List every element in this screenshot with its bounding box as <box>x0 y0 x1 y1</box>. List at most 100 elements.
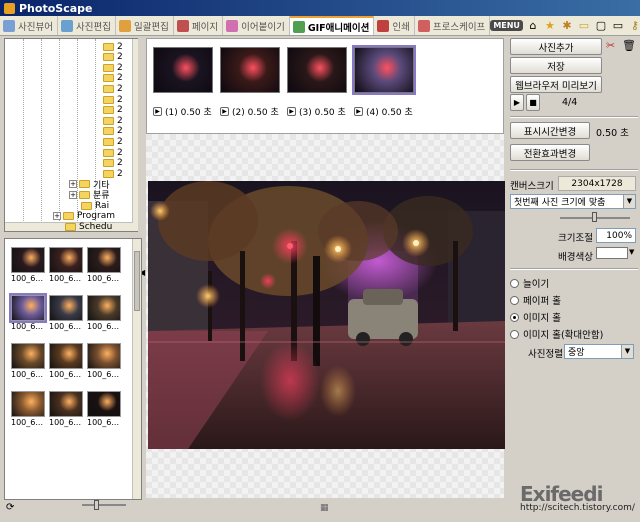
tab-splitter[interactable]: 프로스케이프 <box>415 16 491 35</box>
thumbnail-browser[interactable]: 100_6... 100_6... 100_6... 100_6... 100_6...… <box>4 238 142 500</box>
frame-duration-label: (4) 0.50 초 <box>366 108 413 118</box>
animation-frames-strip: ▶ (1) 0.50 초 ▶ (2) 0.50 초 ▶ (3) 0.50 초 ▶ (4) 0.… <box>146 38 504 134</box>
layout-radio[interactable]: 이미지 홀(확대안함) <box>510 327 603 341</box>
tab-print[interactable]: 인쇄 <box>374 16 415 35</box>
stop-button[interactable]: ■ <box>526 94 540 111</box>
thumbnail-item[interactable]: 100_6... <box>87 247 123 283</box>
tree-node[interactable]: 2 <box>103 41 123 52</box>
browser-preview-button[interactable]: 웹브라우저 미리보기 <box>510 76 602 93</box>
thumbnail-item[interactable]: 100_6... <box>11 391 47 427</box>
tree-node-label: 2 <box>117 136 123 147</box>
tree-node[interactable]: 2 <box>103 52 123 63</box>
radio-icon[interactable] <box>510 312 519 322</box>
resize-grip-icon[interactable]: ▦ <box>320 503 329 513</box>
radio-icon[interactable] <box>510 278 519 288</box>
thumbnail-item[interactable]: 100_6... <box>49 247 85 283</box>
thumbnail-size-slider[interactable] <box>82 504 126 506</box>
fit-option-select[interactable]: 첫번째 사진 크기에 맞춤 ▼ <box>510 194 636 209</box>
folder-icon <box>103 137 114 146</box>
thumbnail-item[interactable]: 100_6... <box>87 391 123 427</box>
rotate-icon[interactable]: ⟳ <box>6 502 14 513</box>
thumbnail-item[interactable]: 100_6... <box>49 295 85 331</box>
size-slider-knob[interactable] <box>592 212 597 222</box>
size-adjust-label: 크기조절 <box>558 233 593 244</box>
star-icon[interactable]: ★ <box>543 19 557 33</box>
minimize-icon[interactable]: ▭ <box>611 19 625 33</box>
tree-node[interactable]: + Program <box>53 211 115 222</box>
animation-frame[interactable]: ▶ (1) 0.50 초 <box>153 47 213 118</box>
tree-node-label: 2 <box>117 83 123 94</box>
radio-icon[interactable] <box>510 329 519 339</box>
photo-align-select[interactable]: 중앙 ▼ <box>564 344 634 359</box>
expand-icon[interactable]: + <box>53 212 61 221</box>
tree-node[interactable]: 2 <box>103 105 123 116</box>
tab-combine[interactable]: 이어붙이기 <box>223 16 290 35</box>
thumbnail-image <box>49 295 83 321</box>
thumbnail-item[interactable]: 100_6... <box>11 247 47 283</box>
window-icon[interactable]: ▢ <box>594 19 608 33</box>
layout-radio[interactable]: 늘이기 <box>510 276 549 290</box>
expand-icon[interactable]: + <box>69 180 77 189</box>
app-logo-icon <box>4 2 15 14</box>
save-button[interactable]: 저장 <box>510 57 602 74</box>
key-icon[interactable]: ⚷ <box>628 19 640 33</box>
background-color-swatch[interactable] <box>596 247 628 259</box>
tree-node[interactable]: 2 <box>103 158 123 169</box>
frame-play-icon[interactable]: ▶ <box>220 107 229 116</box>
settings-icon[interactable]: ✱ <box>560 19 574 33</box>
animation-frame[interactable]: ▶ (4) 0.50 초 <box>352 45 416 118</box>
change-transition-button[interactable]: 전환효과변경 <box>510 144 590 161</box>
dropdown-arrow-icon[interactable]: ▼ <box>623 195 635 208</box>
animation-frame[interactable]: ▶ (3) 0.50 초 <box>287 47 347 118</box>
thumbnail-item[interactable]: 100_6... <box>11 343 47 379</box>
scissors-icon[interactable]: ✂ <box>606 39 615 52</box>
trash-icon[interactable]: 🗑 <box>622 39 636 52</box>
thumbnail-size-knob[interactable] <box>94 500 99 510</box>
color-dropdown-icon[interactable]: ▼ <box>629 248 634 256</box>
tree-node[interactable]: 2 <box>103 83 123 94</box>
radio-icon[interactable] <box>510 295 519 305</box>
folder-icon <box>103 53 114 62</box>
change-display-time-button[interactable]: 표시시간변경 <box>510 122 590 139</box>
frame-counter: 4/4 <box>562 97 578 108</box>
thumbnail-item[interactable]: 100_6... <box>87 295 123 331</box>
animation-frame[interactable]: ▶ (2) 0.50 초 <box>220 47 280 118</box>
tree-node[interactable]: 2 <box>103 73 123 84</box>
folder-tree[interactable]: 2 2 2 2 2 2 2 2 2 2 2 2 2 + 기타 + 분류 Rai + Program Schedu <box>4 38 142 232</box>
frame-duration-label: (2) 0.50 초 <box>232 108 279 118</box>
thumbnail-item[interactable]: 100_6... <box>9 293 47 331</box>
tree-node[interactable]: Schedu <box>65 221 112 231</box>
layout-radio[interactable]: 페이퍼 홀 <box>510 293 561 307</box>
layout-radio[interactable]: 이미지 홀 <box>510 310 561 324</box>
tree-node[interactable]: 2 <box>103 126 123 137</box>
tree-node-label: 2 <box>117 62 123 73</box>
thumbnail-image <box>49 343 83 369</box>
tree-node[interactable]: 2 <box>103 62 123 73</box>
home-icon[interactable]: ⌂ <box>526 19 540 33</box>
tab-editor[interactable]: 사진편집 <box>58 16 116 35</box>
frame-play-icon[interactable]: ▶ <box>287 107 296 116</box>
tab-viewer[interactable]: 사진뷰어 <box>0 16 58 35</box>
expand-icon[interactable]: + <box>69 190 77 199</box>
tab-page[interactable]: 페이지 <box>174 16 224 35</box>
tree-node[interactable]: + 분류 <box>69 189 110 201</box>
dropdown-arrow-icon[interactable]: ▼ <box>621 345 633 358</box>
tree-node[interactable]: Rai <box>81 200 109 211</box>
thumbnail-item[interactable]: 100_6... <box>87 343 123 379</box>
tab-gif[interactable]: GIF애니메이션 <box>289 16 375 35</box>
frame-play-icon[interactable]: ▶ <box>153 107 162 116</box>
tree-node[interactable]: 2 <box>103 147 123 158</box>
tree-node[interactable]: 2 <box>103 115 123 126</box>
folder-open-icon[interactable]: ▭ <box>577 19 591 33</box>
frame-play-icon[interactable]: ▶ <box>354 107 363 116</box>
play-button[interactable]: ▶ <box>510 94 524 111</box>
tab-batch[interactable]: 일괄편집 <box>116 16 174 35</box>
tree-node[interactable]: 2 <box>103 136 123 147</box>
thumbnail-item[interactable]: 100_6... <box>49 343 85 379</box>
thumbnail-scrollbar[interactable] <box>132 239 141 499</box>
tree-node[interactable]: 2 <box>103 94 123 105</box>
menu-button[interactable]: MENU <box>490 20 523 31</box>
size-adjust-input[interactable]: 100% <box>596 228 636 243</box>
thumbnail-item[interactable]: 100_6... <box>49 391 85 427</box>
add-photo-button[interactable]: 사진추가 <box>510 38 602 55</box>
